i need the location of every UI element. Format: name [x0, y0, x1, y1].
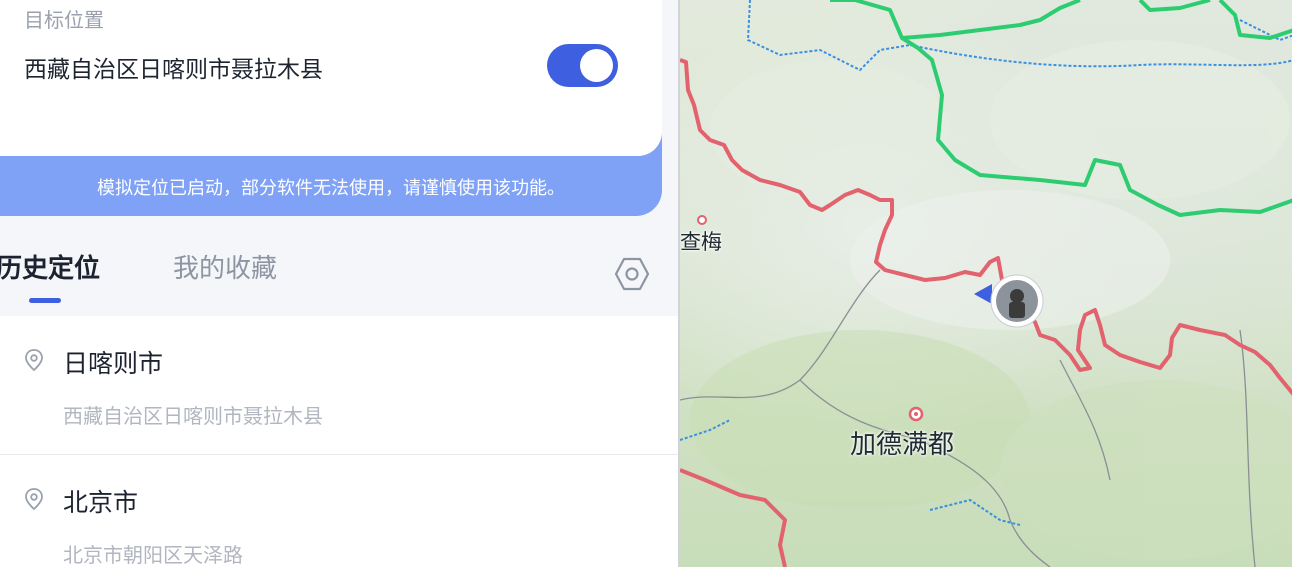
- list-item[interactable]: 北京市 北京市朝阳区天泽路: [0, 454, 678, 567]
- history-item-address: 北京市朝阳区天泽路: [63, 543, 243, 567]
- list-item[interactable]: 日喀则市 西藏自治区日喀则市聂拉木县: [0, 316, 678, 454]
- warning-banner-text: 模拟定位已启动，部分软件无法使用，请谨慎使用该功能。: [97, 178, 565, 199]
- city-marker-kathmandu: [908, 406, 924, 422]
- map-layers: [680, 0, 1292, 567]
- toggle-knob: [580, 49, 613, 82]
- history-item-address: 西藏自治区日喀则市聂拉木县: [63, 404, 323, 428]
- tab-favorites[interactable]: 我的收藏: [173, 248, 277, 285]
- location-pin-icon: [25, 488, 43, 511]
- location-pin-icon: [25, 349, 43, 372]
- simulate-location-toggle[interactable]: [547, 44, 618, 87]
- map-label-chamei: 查梅: [680, 230, 722, 254]
- history-list: 日喀则市 西藏自治区日喀则市聂拉木县 北京市 北京市朝阳区天泽路: [0, 316, 678, 567]
- target-location-label: 目标位置: [24, 8, 104, 32]
- location-panel: 目标位置 西藏自治区日喀则市聂拉木县 模拟定位已启动，部分软件无法使用，请谨慎使…: [0, 0, 678, 567]
- tab-bar: 历史定位 我的收藏: [0, 226, 678, 316]
- active-tab-indicator: [29, 298, 61, 303]
- settings-hexagon-icon[interactable]: [614, 256, 650, 292]
- target-card-wrapper: 目标位置 西藏自治区日喀则市聂拉木县 模拟定位已启动，部分软件无法使用，请谨慎使…: [0, 0, 662, 216]
- map-view[interactable]: 查梅 加德满都: [678, 0, 1292, 567]
- history-item-title: 日喀则市: [63, 349, 164, 378]
- history-item-title: 北京市: [63, 488, 139, 517]
- target-card: 目标位置 西藏自治区日喀则市聂拉木县: [0, 0, 662, 156]
- target-location-value: 西藏自治区日喀则市聂拉木县: [24, 57, 323, 83]
- tab-history[interactable]: 历史定位: [0, 248, 100, 285]
- map-label-kathmandu: 加德满都: [850, 430, 955, 460]
- city-marker-chamei: [697, 215, 707, 225]
